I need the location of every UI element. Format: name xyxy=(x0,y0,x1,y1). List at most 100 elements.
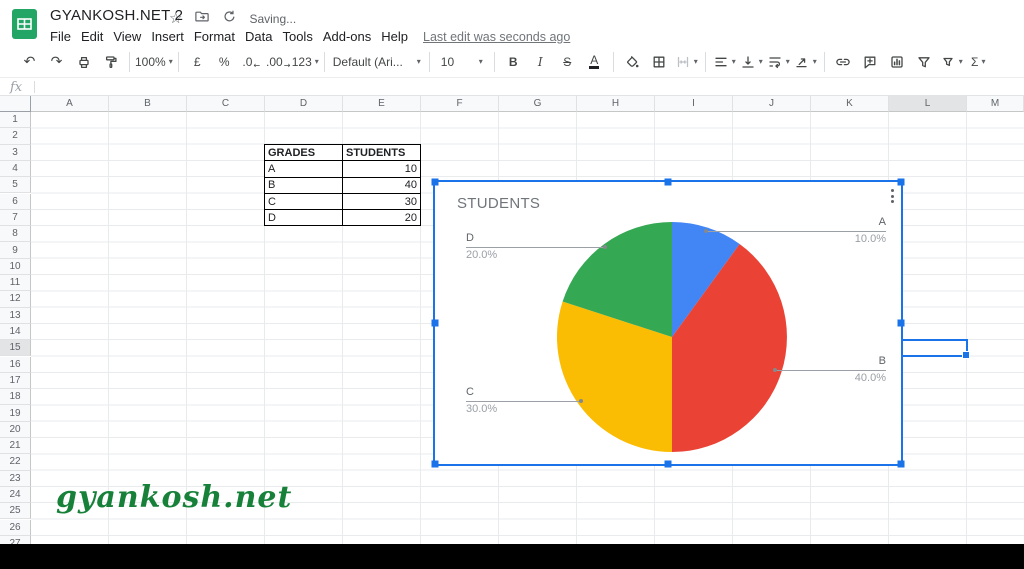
chart-resize-handle[interactable] xyxy=(431,178,439,186)
row-header-2[interactable]: 2 xyxy=(0,128,31,145)
chart-resize-handle[interactable] xyxy=(897,319,905,327)
paint-format-button[interactable] xyxy=(97,50,124,74)
chart-resize-handle[interactable] xyxy=(431,319,439,327)
row-header-13[interactable]: 13 xyxy=(0,307,31,324)
column-header-I[interactable]: I xyxy=(655,96,733,112)
menu-data[interactable]: Data xyxy=(240,29,277,44)
row-header-27[interactable]: 27 xyxy=(0,535,31,544)
menu-file[interactable]: File xyxy=(45,29,76,44)
menu-tools[interactable]: Tools xyxy=(277,29,317,44)
row-header-15[interactable]: 15 xyxy=(0,340,31,357)
row-header-10[interactable]: 10 xyxy=(0,258,31,275)
column-header-F[interactable]: F xyxy=(421,96,499,112)
zoom-button[interactable]: 100% ▾ xyxy=(135,50,173,74)
chart-options-icon[interactable] xyxy=(891,189,894,203)
column-header-L[interactable]: L xyxy=(889,96,967,112)
insert-chart-button[interactable] xyxy=(884,50,911,74)
last-edit-link[interactable]: Last edit was seconds ago xyxy=(423,30,570,44)
print-button[interactable] xyxy=(70,50,97,74)
row-header-7[interactable]: 7 xyxy=(0,209,31,227)
row-header-20[interactable]: 20 xyxy=(0,421,31,438)
increase-decimal-places-button[interactable]: .00 → xyxy=(265,50,292,74)
row-header-16[interactable]: 16 xyxy=(0,356,31,373)
move-folder-icon[interactable] xyxy=(194,8,210,29)
chart-resize-handle[interactable] xyxy=(897,460,905,468)
format-as-currency-button[interactable]: £ xyxy=(184,50,211,74)
row-header-25[interactable]: 25 xyxy=(0,503,31,520)
row-header-24[interactable]: 24 xyxy=(0,486,31,504)
column-header-K[interactable]: K xyxy=(811,96,889,112)
document-title[interactable]: GYANKOSH.NET 2 xyxy=(50,7,183,24)
menu-insert[interactable]: Insert xyxy=(146,29,189,44)
filter-views-button[interactable]: ▾ xyxy=(938,50,965,74)
strikethrough-button[interactable]: S xyxy=(554,50,581,74)
grade-cell[interactable]: A xyxy=(265,161,343,178)
text-rotation-button[interactable]: ▾ xyxy=(792,50,819,74)
menu-view[interactable]: View xyxy=(108,29,146,44)
redo-button[interactable]: ↷ xyxy=(43,50,70,74)
italic-button[interactable]: I xyxy=(527,50,554,74)
row-header-18[interactable]: 18 xyxy=(0,389,31,406)
menu-format[interactable]: Format xyxy=(189,29,240,44)
bold-button[interactable]: B xyxy=(500,50,527,74)
column-header-J[interactable]: J xyxy=(733,96,811,112)
select-all-corner[interactable] xyxy=(0,96,31,112)
horizontal-align-button[interactable]: ▾ xyxy=(711,50,738,74)
row-header-4[interactable]: 4 xyxy=(0,160,31,178)
column-header-H[interactable]: H xyxy=(577,96,655,112)
undo-button[interactable]: ↶ xyxy=(16,50,43,74)
students-cell[interactable]: 30 xyxy=(343,193,421,211)
column-header-G[interactable]: G xyxy=(499,96,577,112)
column-header-B[interactable]: B xyxy=(109,96,187,112)
chart-resize-handle[interactable] xyxy=(897,178,905,186)
borders-button[interactable] xyxy=(646,50,673,74)
merge-cells-button[interactable]: ▾ xyxy=(673,50,700,74)
insert-link-button[interactable] xyxy=(830,50,857,74)
fill-handle[interactable] xyxy=(962,351,970,359)
grade-cell[interactable]: C xyxy=(265,193,343,211)
grade-cell[interactable]: D xyxy=(265,210,343,227)
fill-color-button[interactable] xyxy=(619,50,646,74)
row-header-6[interactable]: 6 xyxy=(0,193,31,210)
table-header-cell[interactable]: STUDENTS xyxy=(343,145,421,162)
menu-addons[interactable]: Add-ons xyxy=(318,29,376,44)
spreadsheet-grid[interactable]: ABCDEFGHIJKLM 1 2 3 4 5 6 7 8 9 10 11 12 13 14 15 16 17 1… xyxy=(0,96,1024,544)
row-header-19[interactable]: 19 xyxy=(0,405,31,422)
row-header-8[interactable]: 8 xyxy=(0,226,31,243)
vertical-align-button[interactable]: ▾ xyxy=(738,50,765,74)
more-formats-button[interactable]: 123 ▾ xyxy=(292,50,319,74)
column-header-M[interactable]: M xyxy=(967,96,1024,112)
row-header-23[interactable]: 23 xyxy=(0,470,31,487)
text-wrapping-button[interactable]: ▾ xyxy=(765,50,792,74)
column-header-E[interactable]: E xyxy=(343,96,421,112)
row-header-26[interactable]: 26 xyxy=(0,519,31,536)
row-header-3[interactable]: 3 xyxy=(0,144,31,161)
grade-cell[interactable]: B xyxy=(265,177,343,194)
chart-resize-handle[interactable] xyxy=(664,178,672,186)
students-cell[interactable]: 40 xyxy=(343,177,421,194)
menu-edit[interactable]: Edit xyxy=(76,29,108,44)
students-cell[interactable]: 20 xyxy=(343,210,421,227)
chart-resize-handle[interactable] xyxy=(431,460,439,468)
insert-comment-button[interactable] xyxy=(857,50,884,74)
row-header-21[interactable]: 21 xyxy=(0,438,31,455)
decrease-decimal-places-button[interactable]: .0 ← xyxy=(238,50,265,74)
text-color-button[interactable]: A xyxy=(581,50,608,74)
row-header-12[interactable]: 12 xyxy=(0,291,31,308)
students-cell[interactable]: 10 xyxy=(343,161,421,178)
chart[interactable]: STUDENTS A 10.0% B 40.0% C 30.0% D 20.0% xyxy=(431,178,905,468)
functions-button[interactable]: Σ ▾ xyxy=(965,50,992,74)
format-as-percent-button[interactable]: % xyxy=(211,50,238,74)
column-header-D[interactable]: D xyxy=(265,96,343,112)
row-header-22[interactable]: 22 xyxy=(0,454,31,471)
row-header-17[interactable]: 17 xyxy=(0,372,31,390)
row-header-1[interactable]: 1 xyxy=(0,112,31,129)
column-header-A[interactable]: A xyxy=(31,96,109,112)
column-header-C[interactable]: C xyxy=(187,96,265,112)
font-family-button[interactable]: Default (Ari... ▾ xyxy=(330,50,424,74)
menu-help[interactable]: Help xyxy=(376,29,413,44)
row-header-9[interactable]: 9 xyxy=(0,242,31,259)
chart-resize-handle[interactable] xyxy=(664,460,672,468)
row-header-14[interactable]: 14 xyxy=(0,323,31,341)
create-filter-button[interactable] xyxy=(911,50,938,74)
